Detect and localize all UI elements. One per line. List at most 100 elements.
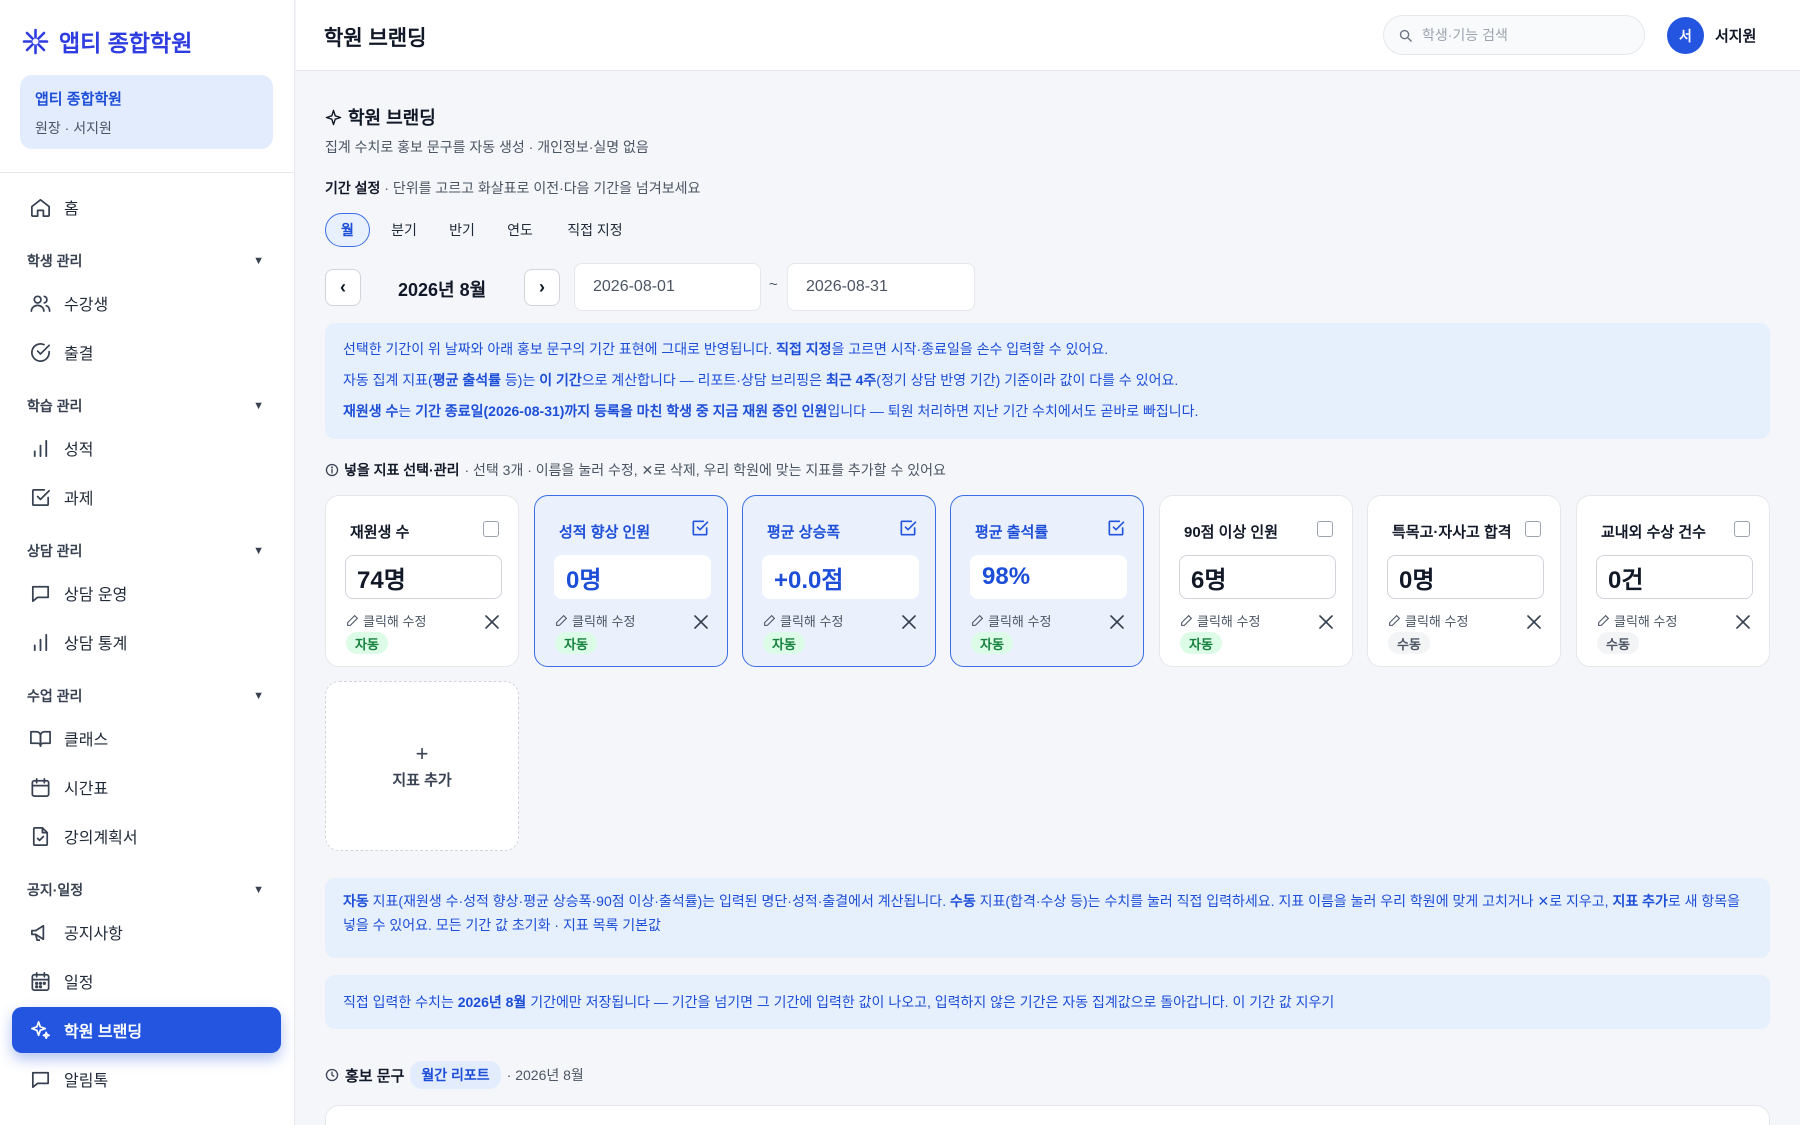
metric-note: 자동 지표(재원생 수·성적 향상·평균 상승폭·90점 이상·출석률)는 입력…	[325, 878, 1770, 958]
checkbox-checked-icon[interactable]	[1106, 518, 1126, 538]
info-text: 을 고르면 시작·종료일을 손수 입력할 수 있어요.	[831, 341, 1109, 357]
tab-custom[interactable]: 직접 지정	[555, 213, 635, 247]
note-strong: 수동	[949, 893, 976, 909]
metric-value[interactable]: 6명	[1179, 555, 1336, 599]
sidebar-item-syllabus[interactable]: 강의계획서	[12, 813, 281, 859]
tab-year[interactable]: 연도	[497, 213, 543, 247]
metric-value[interactable]: 74명	[345, 555, 502, 599]
add-metric-button[interactable]: + 지표 추가	[325, 681, 519, 851]
sidebar-item-notices[interactable]: 공지사항	[12, 909, 281, 955]
metric-card[interactable]: 평균 출석률 98% 클릭해 수정 자동	[950, 495, 1144, 667]
checkbox-checked-icon[interactable]	[690, 518, 710, 538]
pencil-icon	[1598, 614, 1610, 626]
nav-section-counseling[interactable]: 상담 관리 ▼	[27, 541, 264, 561]
avatar[interactable]: 서	[1667, 17, 1704, 54]
metric-value[interactable]: 0명	[1387, 555, 1544, 599]
sidebar-item-label: 상담 통계	[64, 636, 128, 653]
sidebar-item-label: 알림톡	[64, 1073, 109, 1090]
sidebar-item-attendance[interactable]: 출결	[12, 329, 281, 375]
auto-tag: 자동	[971, 632, 1013, 654]
sidebar-item-grades[interactable]: 성적	[12, 425, 281, 471]
sidebar-item-counseling-stats[interactable]: 상담 통계	[12, 619, 281, 665]
sidebar-item-counseling-ops[interactable]: 상담 운영	[12, 570, 281, 616]
promo-period: · 2026년 8월	[506, 1067, 584, 1083]
sidebar-item-homework[interactable]: 과제	[12, 474, 281, 520]
nav-section-students[interactable]: 학생 관리 ▼	[27, 251, 264, 271]
info-strong: 재원생 수	[343, 403, 399, 419]
metric-name[interactable]: 재원생 수	[350, 521, 490, 542]
metric-name[interactable]: 특목고·자사고 합격	[1392, 521, 1532, 542]
pencil-icon	[556, 614, 568, 626]
delete-icon[interactable]	[1319, 615, 1333, 629]
nav-section-notice[interactable]: 공지·일정 ▼	[27, 880, 264, 900]
metric-name[interactable]: 평균 출석률	[975, 521, 1115, 542]
metric-value[interactable]: 0명	[554, 555, 711, 599]
bar-chart-icon	[33, 439, 48, 457]
metric-name[interactable]: 평균 상승폭	[767, 521, 907, 542]
edit-hint-text: 클릭해 수정	[988, 614, 1052, 629]
next-period-button[interactable]: ›	[524, 269, 560, 306]
promo-card	[325, 1105, 1770, 1125]
tab-half[interactable]: 반기	[439, 213, 485, 247]
nav-section-classes[interactable]: 수업 관리 ▼	[27, 686, 264, 706]
metric-name[interactable]: 교내외 수상 건수	[1601, 521, 1741, 542]
delete-icon[interactable]	[902, 615, 916, 629]
metric-card[interactable]: 성적 향상 인원 0명 클릭해 수정 자동	[534, 495, 728, 667]
metric-name[interactable]: 90점 이상 인원	[1184, 521, 1324, 542]
checkbox-unchecked-icon[interactable]	[1525, 521, 1541, 537]
metric-value[interactable]: +0.0점	[762, 555, 919, 599]
prev-period-button[interactable]: ‹	[325, 269, 361, 306]
delete-icon[interactable]	[1527, 615, 1541, 629]
promo-tab-monthly[interactable]: 월간 리포트	[410, 1061, 501, 1089]
metric-card[interactable]: 평균 상승폭 +0.0점 클릭해 수정 자동	[742, 495, 936, 667]
checkbox-unchecked-icon[interactable]	[483, 521, 499, 537]
tab-quarter[interactable]: 분기	[381, 213, 427, 247]
check-square-icon	[31, 488, 50, 506]
metric-card[interactable]: 90점 이상 인원 6명 클릭해 수정 자동	[1159, 495, 1353, 667]
nav-section-label: 공지·일정	[27, 882, 84, 898]
sidebar-item-timetable[interactable]: 시간표	[12, 764, 281, 810]
delete-icon[interactable]	[1110, 615, 1124, 629]
book-icon	[30, 730, 51, 747]
search-icon	[1399, 29, 1412, 42]
checkbox-checked-icon[interactable]	[898, 518, 918, 538]
metric-value[interactable]: 0건	[1596, 555, 1753, 599]
sidebar-item-class[interactable]: 클래스	[12, 715, 281, 761]
metric-card[interactable]: 특목고·자사고 합격 0명 클릭해 수정 수동	[1367, 495, 1561, 667]
metric-value[interactable]: 98%	[970, 555, 1127, 599]
search-input[interactable]	[1422, 27, 1622, 43]
metric-card[interactable]: 교내외 수상 건수 0건 클릭해 수정 수동	[1576, 495, 1770, 667]
nav-section-label: 상담 관리	[27, 543, 83, 559]
caret-down-icon: ▼	[253, 400, 264, 412]
checkbox-unchecked-icon[interactable]	[1317, 521, 1333, 537]
user-name[interactable]: 서지원	[1715, 25, 1756, 46]
tab-month[interactable]: 월	[325, 213, 370, 247]
sidebar-item-alimtalk[interactable]: 알림톡	[12, 1056, 281, 1102]
checkbox-unchecked-icon[interactable]	[1734, 521, 1750, 537]
metric-card[interactable]: 재원생 수 74명 클릭해 수정 자동	[325, 495, 519, 667]
search-box[interactable]	[1383, 15, 1645, 55]
academy-card[interactable]: 앱티 종합학원 원장 · 서지원	[20, 75, 273, 149]
top-header: 학원 브랜딩 서 서지원	[296, 0, 1800, 71]
sidebar-item-students[interactable]: 수강생	[12, 280, 281, 326]
delete-icon[interactable]	[694, 615, 708, 629]
date-separator: ~	[769, 276, 778, 293]
sidebar-item-schedule[interactable]: 일정	[12, 958, 281, 1004]
nav-section-learning[interactable]: 학습 관리 ▼	[27, 396, 264, 416]
sidebar-item-branding[interactable]: 학원 브랜딩	[12, 1007, 281, 1053]
delete-icon[interactable]	[485, 615, 499, 629]
period-hint: · 단위를 고르고 화살표로 이전·다음 기간을 넘겨보세요	[380, 180, 701, 196]
logo[interactable]: 앱티 종합학원	[22, 24, 192, 58]
info-strong: 평균 출석률	[432, 372, 502, 388]
end-date-input[interactable]	[787, 263, 975, 311]
check-circle-icon	[31, 342, 50, 362]
sidebar-item-home[interactable]: 홈	[12, 184, 281, 230]
calendar-icon	[31, 777, 50, 797]
delete-icon[interactable]	[1736, 615, 1750, 629]
metric-name[interactable]: 성적 향상 인원	[559, 521, 699, 542]
period-label: 기간 설정	[325, 180, 381, 196]
pencil-icon	[347, 614, 359, 626]
main-content: 학원 브랜딩 집계 수치로 홍보 문구를 자동 생성 · 개인정보·실명 없음 …	[325, 71, 1770, 1125]
start-date-input[interactable]	[574, 263, 761, 311]
file-check-icon	[32, 826, 49, 846]
